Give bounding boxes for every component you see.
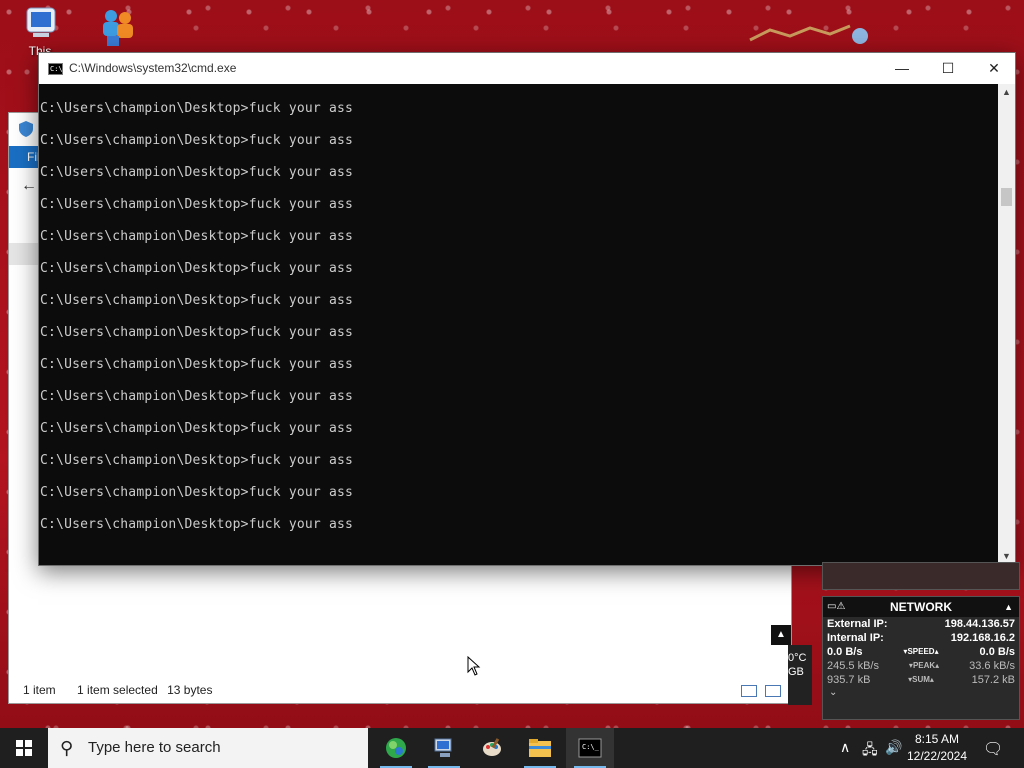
network-gadget-title: NETWORK xyxy=(890,600,952,614)
internal-ip-label: Internal IP: xyxy=(827,632,884,644)
console-line: C:\Users\champion\Desktop>fuck your ass xyxy=(40,389,354,404)
chevron-up-icon[interactable]: ∧ xyxy=(840,739,850,756)
maximize-button[interactable]: ☐ xyxy=(925,53,971,84)
taskbar-app-green[interactable] xyxy=(372,728,420,768)
peak-label: ▾PEAK▴ xyxy=(908,661,940,670)
sum-label: ▾SUM▴ xyxy=(908,675,934,684)
console-line: C:\Users\champion\Desktop>fuck your ass xyxy=(40,261,354,276)
console-line: C:\Users\champion\Desktop>fuck your ass xyxy=(40,485,354,500)
peak-up-value: 33.6 kB/s xyxy=(969,660,1015,672)
console-line: C:\Users\champion\Desktop>fuck your ass xyxy=(40,229,354,244)
windows-logo-icon xyxy=(16,740,32,756)
clock-date: 12/22/2024 xyxy=(906,749,968,763)
search-icon: ⚲ xyxy=(60,738,74,758)
status-selected-count: 1 item selected xyxy=(77,683,158,697)
taskbar: ⚲ Type here to search C:\_ ∧ 🖧 🔊 8:15 AM… xyxy=(0,728,1024,768)
collapse-up-icon[interactable]: ▲ xyxy=(1004,597,1013,617)
status-selected-size: 13 bytes xyxy=(167,683,213,697)
scroll-up-arrow-icon[interactable]: ▲ xyxy=(998,84,1015,101)
green-app-icon xyxy=(386,738,406,758)
console-line: C:\Users\champion\Desktop>fuck your ass xyxy=(40,165,354,180)
expand-down-icon[interactable]: ⌄ xyxy=(823,687,1019,703)
desktop-icon-network[interactable] xyxy=(88,6,148,46)
side-info-strip: 0°C GB xyxy=(788,645,812,705)
nav-pane-selected-row[interactable] xyxy=(9,243,39,265)
status-bar: 1 item 1 item selected 13 bytes xyxy=(23,683,230,697)
console-line: C:\Users\champion\Desktop>fuck your ass xyxy=(40,517,354,532)
taskbar-app-file-explorer[interactable] xyxy=(516,728,564,768)
vertical-scrollbar[interactable]: ▲ ▼ xyxy=(998,84,1015,565)
search-placeholder: Type here to search xyxy=(88,739,221,756)
peak-down-value: 245.5 kB/s xyxy=(827,660,879,672)
details-view-icon[interactable] xyxy=(741,685,757,697)
file-explorer-icon xyxy=(529,739,551,757)
scrollbar-thumb[interactable] xyxy=(1001,188,1012,206)
start-button[interactable] xyxy=(0,728,48,768)
network-computer-icon xyxy=(434,738,452,757)
sum-up-value: 157.2 kB xyxy=(971,674,1015,686)
people-icon xyxy=(97,6,139,46)
taskbar-app-cmd[interactable]: C:\_ xyxy=(566,728,614,768)
desktop-icon-this-pc[interactable]: This xyxy=(10,6,70,58)
temperature-text: 0°C xyxy=(788,652,807,664)
console-line: C:\Users\champion\Desktop>fuck your ass xyxy=(40,357,354,372)
cmd-window[interactable]: C:\ C:\Windows\system32\cmd.exe — ☐ ✕ C:… xyxy=(38,52,1016,566)
cmd-app-icon: C:\ xyxy=(48,63,63,75)
status-item-count: 1 item xyxy=(23,683,56,697)
console-line: C:\Users\champion\Desktop>fuck your ass xyxy=(40,453,354,468)
taskbar-app-network[interactable] xyxy=(420,728,468,768)
console-line: C:\Users\champion\Desktop>fuck your ass xyxy=(40,133,354,148)
clock-time: 8:15 AM xyxy=(914,732,960,746)
taskbar-clock[interactable]: 8:15 AM 12/22/2024 xyxy=(904,731,970,765)
cmd-icon: C:\_ xyxy=(578,738,602,758)
peak-row: 245.5 kB/s ▾PEAK▴ 33.6 kB/s xyxy=(823,659,1019,673)
network-gadget: ▭⚠ NETWORK ▲ External IP: 198.44.136.57 … xyxy=(822,596,1020,720)
console-line: C:\Users\champion\Desktop>fuck your ass xyxy=(40,325,354,340)
internal-ip-value: 192.168.16.2 xyxy=(950,632,1015,644)
minimize-button[interactable]: — xyxy=(879,53,925,84)
speed-row: 0.0 B/s ▾SPEED▴ 0.0 B/s xyxy=(823,645,1019,659)
speed-down-value: 0.0 B/s xyxy=(827,646,863,658)
taskbar-search-box[interactable]: ⚲ Type here to search xyxy=(48,728,368,768)
network-gadget-header: ▭⚠ NETWORK ▲ xyxy=(823,597,1019,617)
notifications-icon[interactable]: 🗨 xyxy=(983,739,1003,759)
large-icons-view-icon[interactable] xyxy=(765,685,781,697)
view-toggles xyxy=(741,685,781,697)
storage-unit-text: GB xyxy=(788,666,804,678)
console-output[interactable]: C:\Users\champion\Desktop>fuck your ass … xyxy=(39,84,1000,565)
external-ip-value: 198.44.136.57 xyxy=(944,618,1015,630)
internal-ip-row: Internal IP: 192.168.16.2 xyxy=(823,631,1019,645)
sum-row: 935.7 kB ▾SUM▴ 157.2 kB xyxy=(823,673,1019,687)
back-arrow-icon[interactable]: ← xyxy=(21,177,37,195)
computer-icon xyxy=(19,6,61,44)
console-line: C:\Users\champion\Desktop>fuck your ass xyxy=(40,101,354,116)
cmd-titlebar[interactable]: C:\ C:\Windows\system32\cmd.exe — ☐ ✕ xyxy=(39,53,1015,84)
window-title: C:\Windows\system32\cmd.exe xyxy=(69,61,237,75)
network-status-icon[interactable]: 🖧 xyxy=(862,739,878,763)
shield-icon xyxy=(19,121,33,137)
monitor-warning-icon: ▭⚠ xyxy=(827,601,846,612)
reindeer-decoration xyxy=(749,24,868,44)
taskbar-app-paint[interactable] xyxy=(468,728,516,768)
chevron-up-icon[interactable]: ▲ xyxy=(771,625,791,645)
console-line: C:\Users\champion\Desktop>fuck your ass xyxy=(40,293,354,308)
external-ip-row: External IP: 198.44.136.57 xyxy=(823,617,1019,631)
close-button[interactable]: ✕ xyxy=(971,53,1017,84)
sum-down-value: 935.7 kB xyxy=(827,674,871,686)
svg-text:C:\_: C:\_ xyxy=(582,743,600,751)
console-line: C:\Users\champion\Desktop>fuck your ass xyxy=(40,197,354,212)
mouse-cursor-icon xyxy=(467,656,481,676)
console-line: C:\Users\champion\Desktop>fuck your ass xyxy=(40,421,354,436)
gadget-panel xyxy=(822,562,1020,590)
speed-label: ▾SPEED▴ xyxy=(903,647,939,656)
external-ip-label: External IP: xyxy=(827,618,888,630)
volume-icon[interactable]: 🔊 xyxy=(885,739,902,756)
paint-icon xyxy=(483,738,501,756)
speed-up-value: 0.0 B/s xyxy=(979,646,1015,658)
